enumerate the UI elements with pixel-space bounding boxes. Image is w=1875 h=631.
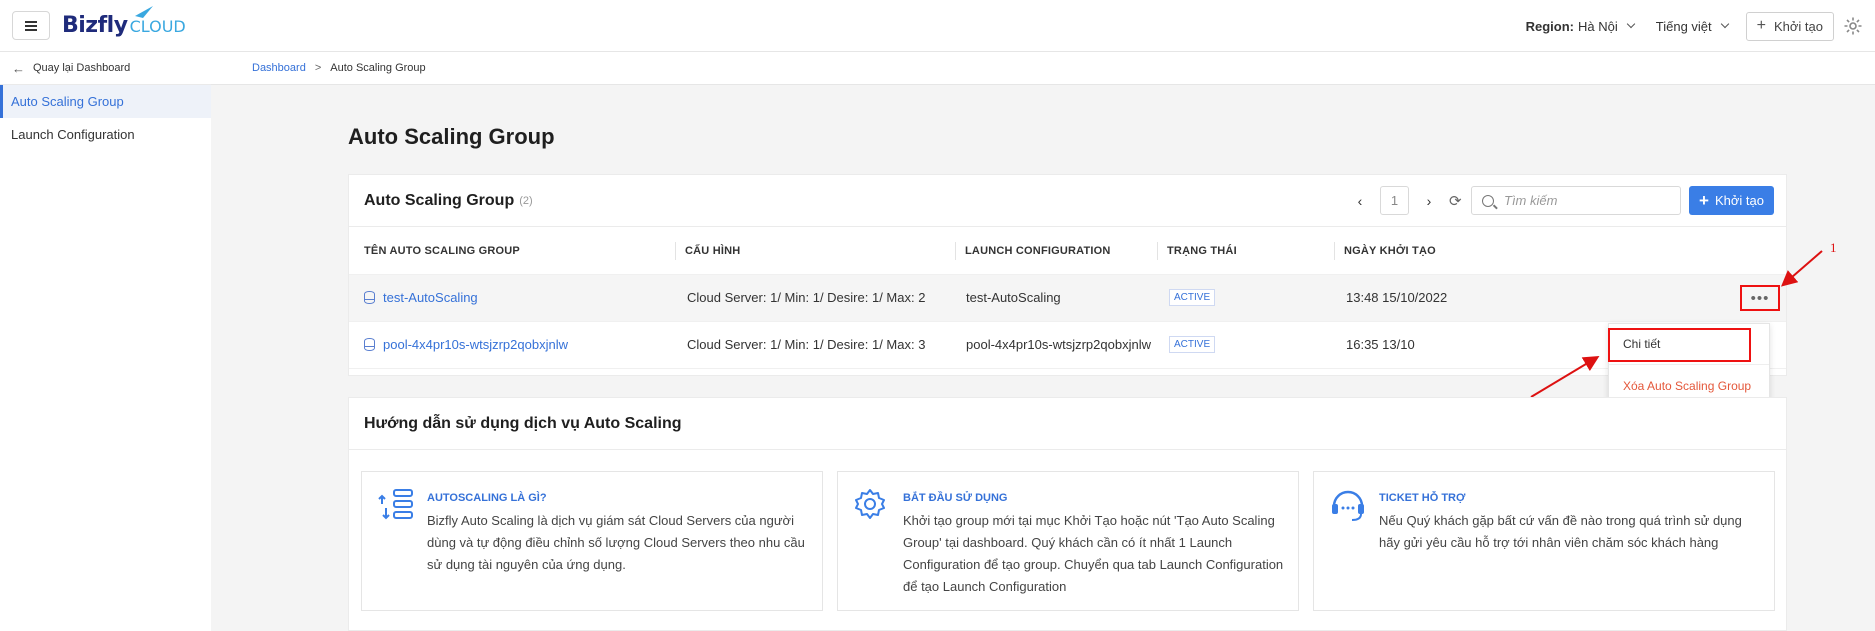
- page-title: Auto Scaling Group: [348, 124, 555, 149]
- column-divider: [955, 242, 956, 260]
- sidebar-item-launch-configuration[interactable]: Launch Configuration: [0, 118, 211, 151]
- headset-icon: [1332, 490, 1364, 521]
- group-launch-config: pool-4x4pr10s-wtsjzrp2qobxjnlw: [966, 337, 1151, 352]
- group-config: Cloud Server: 1/ Min: 1/ Desire: 1/ Max:…: [687, 290, 926, 305]
- back-to-dashboard-link[interactable]: ← Quay lại Dashboard: [0, 52, 211, 85]
- autoscaling-icon: [378, 489, 413, 520]
- search-input[interactable]: [1504, 193, 1664, 208]
- database-icon: [364, 291, 375, 304]
- group-name: test-AutoScaling: [383, 290, 478, 305]
- group-name-link[interactable]: pool-4x4pr10s-wtsjzrp2qobxjnlw: [364, 337, 568, 352]
- search-icon: [1482, 194, 1494, 207]
- group-created: 16:35 13/10: [1346, 337, 1415, 352]
- region-label: Region:: [1525, 18, 1575, 34]
- card-header: Auto Scaling Group (2) ‹ 1 › ⟳ + Khởi tạ…: [349, 175, 1786, 227]
- table-row: test-AutoScaling Cloud Server: 1/ Min: 1…: [349, 275, 1786, 322]
- create-group-label: Khởi tạo: [1714, 193, 1764, 208]
- chevron-down-icon: [1626, 19, 1636, 29]
- breadcrumb: Dashboard > Auto Scaling Group: [211, 52, 1875, 85]
- breadcrumb-dashboard-link[interactable]: Dashboard: [252, 62, 306, 74]
- group-name-link[interactable]: test-AutoScaling: [364, 290, 478, 305]
- group-count: (2): [519, 194, 533, 207]
- guide-box-text: Khởi tạo group mới tại mục Khởi Tạo hoặc…: [903, 513, 1284, 594]
- logo-wing-icon: [135, 6, 153, 18]
- guide-box-title: BẮT ĐẦU SỬ DỤNG: [903, 492, 1008, 504]
- gear-icon: [855, 489, 885, 519]
- table-row: pool-4x4pr10s-wtsjzrp2qobxjnlw Cloud Ser…: [349, 322, 1786, 369]
- group-launch-config: test-AutoScaling: [966, 290, 1061, 305]
- annotation-step-1: 1: [1830, 240, 1837, 255]
- column-header-name: TÊN AUTO SCALING GROUP: [364, 245, 520, 257]
- brand-sub: CLOUD: [129, 17, 186, 36]
- annotation-highlight-box: [1608, 328, 1751, 362]
- column-header-status: TRẠNG THÁI: [1167, 245, 1237, 257]
- column-divider: [1334, 242, 1335, 260]
- column-divider: [675, 242, 676, 260]
- language-selector[interactable]: Tiếng việt: [1655, 18, 1729, 34]
- guide-box-text: Nếu Quý khách gặp bất cứ vấn đề nào tron…: [1379, 513, 1742, 550]
- sidebar-item-auto-scaling-group[interactable]: Auto Scaling Group: [0, 85, 211, 118]
- card-title: Auto Scaling Group: [364, 191, 515, 209]
- guide-box-what-is: AUTOSCALING LÀ GÌ? Bizfly Auto Scaling l…: [361, 471, 823, 611]
- page-number-input[interactable]: 1: [1380, 186, 1409, 215]
- status-badge: ACTIVE: [1169, 289, 1216, 306]
- group-name: pool-4x4pr10s-wtsjzrp2qobxjnlw: [383, 337, 568, 352]
- search-box: [1471, 186, 1681, 215]
- breadcrumb-current: Auto Scaling Group: [330, 62, 426, 74]
- next-page-button[interactable]: ›: [1417, 193, 1441, 209]
- guide-box-support-ticket: TICKET HỖ TRỢ Nếu Quý khách gặp bất cứ v…: [1313, 471, 1775, 611]
- group-config: Cloud Server: 1/ Min: 1/ Desire: 1/ Max:…: [687, 337, 926, 352]
- column-divider: [1157, 242, 1158, 260]
- guide-box-getting-started: BẮT ĐẦU SỬ DỤNG Khởi tạo group mới tại m…: [837, 471, 1299, 611]
- table-header: TÊN AUTO SCALING GROUP CẤU HÌNH LAUNCH C…: [349, 227, 1786, 275]
- region-selector[interactable]: Region: Hà Nội: [1525, 18, 1636, 34]
- guide-box-title: TICKET HỖ TRỢ: [1379, 492, 1466, 504]
- guide-box-title: AUTOSCALING LÀ GÌ?: [427, 492, 547, 504]
- sidebar: ← Quay lại Dashboard Auto Scaling Group …: [0, 52, 211, 631]
- header-create-button[interactable]: + Khởi tạo: [1745, 11, 1834, 41]
- refresh-icon[interactable]: ⟳: [1449, 192, 1462, 210]
- top-header: Bizfly CLOUD Region: Hà Nội Tiếng việt +…: [0, 0, 1875, 52]
- column-header-launch-config: LAUNCH CONFIGURATION: [965, 245, 1111, 257]
- menu-icon: [25, 24, 37, 27]
- status-badge: ACTIVE: [1169, 336, 1216, 353]
- breadcrumb-separator: >: [314, 62, 322, 74]
- guide-card: Hướng dẫn sử dụng dịch vụ Auto Scaling A…: [348, 397, 1787, 631]
- create-group-button[interactable]: + Khởi tạo: [1689, 186, 1774, 215]
- plus-icon: +: [1756, 17, 1766, 34]
- guide-title: Hướng dẫn sử dụng dịch vụ Auto Scaling: [349, 398, 1786, 450]
- group-created: 13:48 15/10/2022: [1346, 290, 1448, 305]
- region-value: Hà Nội: [1578, 18, 1618, 34]
- back-label: Quay lại Dashboard: [33, 62, 131, 74]
- auto-scaling-group-card: Auto Scaling Group (2) ‹ 1 › ⟳ + Khởi tạ…: [348, 174, 1787, 376]
- row-actions-button[interactable]: •••: [1740, 285, 1780, 311]
- brand-main: Bizfly: [62, 13, 128, 38]
- column-header-created: NGÀY KHỞI TẠO: [1344, 245, 1436, 257]
- chevron-down-icon: [1720, 19, 1729, 29]
- database-icon: [364, 338, 375, 351]
- pagination: ‹ 1 › ⟳: [1348, 186, 1462, 215]
- column-header-config: CẤU HÌNH: [685, 245, 741, 257]
- language-value: Tiếng việt: [1655, 18, 1712, 34]
- plus-icon: +: [1699, 190, 1709, 210]
- brand-logo[interactable]: Bizfly CLOUD: [62, 6, 186, 38]
- arrow-left-icon: ←: [12, 60, 25, 76]
- header-create-label: Khởi tạo: [1774, 18, 1823, 34]
- hamburger-menu-button[interactable]: [12, 11, 50, 40]
- guide-box-text: Bizfly Auto Scaling là dịch vụ giám sát …: [427, 513, 805, 572]
- settings-gear-icon[interactable]: [1843, 16, 1863, 36]
- prev-page-button[interactable]: ‹: [1348, 193, 1372, 209]
